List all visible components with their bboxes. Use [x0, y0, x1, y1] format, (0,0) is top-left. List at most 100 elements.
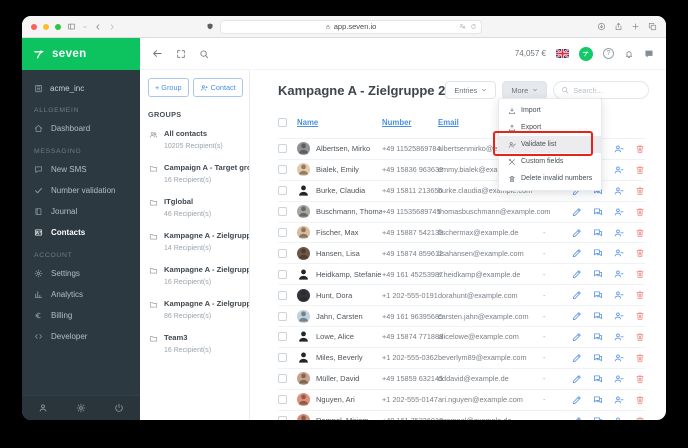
- remove-from-group-button[interactable]: [614, 311, 624, 321]
- delete-button[interactable]: [635, 416, 645, 420]
- edit-button[interactable]: [572, 332, 582, 342]
- group-item-kampagne-a-zielgruppe-3[interactable]: Kampagne A - Zielgruppe 3 86 Recipient(s): [148, 293, 249, 327]
- table-row[interactable]: Buschmann, Thomas +49 11535689745 thomasbu…: [278, 202, 645, 223]
- edit-button[interactable]: [572, 290, 582, 300]
- group-item-all-contacts[interactable]: All contacts 10205 Recipient(s): [148, 123, 249, 157]
- back-arrow-icon[interactable]: [152, 48, 163, 59]
- remove-from-group-button[interactable]: [614, 165, 624, 175]
- comments-button[interactable]: [593, 290, 603, 300]
- expand-icon[interactable]: [176, 49, 186, 59]
- sort-by-name[interactable]: Name: [297, 118, 382, 127]
- edit-button[interactable]: [572, 395, 582, 405]
- delete-button[interactable]: [635, 269, 645, 279]
- comments-button[interactable]: [593, 269, 603, 279]
- table-row[interactable]: Rempel, Miriam+49 161 75236012mrempel@ex…: [278, 411, 645, 420]
- zoom-window-button[interactable]: [55, 23, 61, 30]
- comments-button[interactable]: [593, 416, 603, 420]
- edit-button[interactable]: [572, 311, 582, 321]
- edit-button[interactable]: [572, 248, 582, 258]
- sidebar-toggle-icon[interactable]: [67, 22, 76, 31]
- privacy-shield-icon[interactable]: [206, 22, 214, 31]
- delete-button[interactable]: [635, 395, 645, 405]
- delete-button[interactable]: [635, 353, 645, 363]
- help-icon[interactable]: ?: [603, 48, 614, 59]
- sidebar-item-journal[interactable]: Journal: [22, 201, 140, 222]
- group-item-kampagne-a-zielgruppe-2[interactable]: Kampagne A - Zielgruppe 2 16 Recipient(s): [148, 259, 249, 293]
- menu-item-import[interactable]: Import: [499, 102, 601, 119]
- row-checkbox[interactable]: [278, 395, 287, 405]
- menu-item-export[interactable]: Export: [499, 119, 601, 136]
- table-row[interactable]: Nguyen, Ari +1 202-555-0147 ari.nguyen@exa…: [278, 390, 645, 411]
- sidebar-item-dashboard[interactable]: Dashboard: [22, 118, 140, 139]
- table-row[interactable]: Hunt, Dora +1 202-555-0191 dorahunt@exampl…: [278, 285, 645, 307]
- comments-button[interactable]: [593, 395, 603, 405]
- delete-button[interactable]: [635, 228, 645, 238]
- delete-button[interactable]: [635, 290, 645, 300]
- remove-from-group-button[interactable]: [614, 186, 624, 196]
- remove-from-group-button[interactable]: [614, 144, 624, 154]
- sidebar-item-settings[interactable]: Settings: [22, 263, 140, 284]
- close-window-button[interactable]: [31, 23, 37, 30]
- brand-logo[interactable]: seven: [22, 38, 140, 70]
- table-row[interactable]: Hansen, Lisa +49 15874 859612 lisahansen@e…: [278, 243, 645, 265]
- remove-from-group-button[interactable]: [614, 353, 624, 363]
- workspace-selector[interactable]: acme_inc: [22, 79, 140, 98]
- edit-button[interactable]: [572, 416, 582, 420]
- menu-item-custom-fields[interactable]: Custom fields: [499, 153, 601, 170]
- new-tab-icon[interactable]: [631, 22, 640, 31]
- sort-by-number[interactable]: Number: [382, 118, 438, 127]
- sidebar-item-billing[interactable]: Billing: [22, 305, 140, 326]
- search-icon[interactable]: [199, 49, 209, 59]
- row-checkbox[interactable]: [278, 207, 287, 217]
- address-bar[interactable]: app.seven.io: [219, 19, 482, 34]
- downloads-icon[interactable]: [597, 22, 606, 31]
- remove-from-group-button[interactable]: [614, 416, 624, 420]
- delete-button[interactable]: [635, 186, 645, 196]
- profile-icon[interactable]: [38, 403, 48, 413]
- edit-button[interactable]: [572, 269, 582, 279]
- row-checkbox[interactable]: [278, 144, 287, 154]
- reload-icon[interactable]: [470, 23, 477, 30]
- row-checkbox[interactable]: [278, 165, 287, 175]
- group-item-kampagne-a-zielgruppe-1[interactable]: Kampagne A - Zielgruppe 1 14 Recipient(s): [148, 225, 249, 259]
- forward-navigation-icon[interactable]: [108, 23, 116, 31]
- sidebar-item-new-sms[interactable]: New SMS: [22, 159, 140, 180]
- delete-button[interactable]: [635, 374, 645, 384]
- row-checkbox[interactable]: [278, 353, 287, 363]
- user-avatar[interactable]: [579, 46, 593, 61]
- logout-power-icon[interactable]: [114, 403, 124, 413]
- account-balance[interactable]: 74,057 €: [515, 49, 546, 58]
- entries-dropdown-button[interactable]: Entries: [445, 81, 497, 99]
- table-row[interactable]: Miles, Beverly +1 202-555-0362 beverlym89@…: [278, 348, 645, 369]
- minimize-window-button[interactable]: [43, 23, 49, 30]
- support-chat-icon[interactable]: [644, 49, 654, 59]
- remove-from-group-button[interactable]: [614, 248, 624, 258]
- sidebar-item-developer[interactable]: Developer: [22, 326, 140, 347]
- sidebar-item-analytics[interactable]: Analytics: [22, 284, 140, 305]
- chevron-down-icon[interactable]: [82, 24, 88, 30]
- menu-item-delete-invalid-numbers[interactable]: Delete invalid numbers: [499, 170, 601, 187]
- edit-button[interactable]: [572, 374, 582, 384]
- select-all-checkbox[interactable]: [278, 117, 287, 127]
- remove-from-group-button[interactable]: [614, 228, 624, 238]
- table-row[interactable]: Heidkamp, Stefanie +49 161 45253987 s.heid…: [278, 264, 645, 286]
- remove-from-group-button[interactable]: [614, 332, 624, 342]
- notifications-bell-icon[interactable]: [624, 49, 634, 59]
- remove-from-group-button[interactable]: [614, 395, 624, 405]
- row-checkbox[interactable]: [278, 374, 287, 384]
- edit-button[interactable]: [572, 207, 582, 217]
- comments-button[interactable]: [593, 353, 603, 363]
- language-flag-icon[interactable]: [556, 49, 569, 58]
- delete-button[interactable]: [635, 165, 645, 175]
- row-checkbox[interactable]: [278, 248, 287, 258]
- table-row[interactable]: Lowe, Alice +49 15874 771883 alicelowe@exa…: [278, 327, 645, 348]
- row-checkbox[interactable]: [278, 269, 287, 279]
- row-checkbox[interactable]: [278, 290, 287, 300]
- group-item-campaign-a-target-group-2[interactable]: Campaign A - Target group 2 16 Recipient(…: [148, 157, 249, 191]
- remove-from-group-button[interactable]: [614, 207, 624, 217]
- translate-icon[interactable]: [459, 23, 466, 30]
- back-navigation-icon[interactable]: [94, 23, 102, 31]
- sidebar-item-contacts[interactable]: Contacts: [22, 222, 140, 243]
- comments-button[interactable]: [593, 248, 603, 258]
- comments-button[interactable]: [593, 374, 603, 384]
